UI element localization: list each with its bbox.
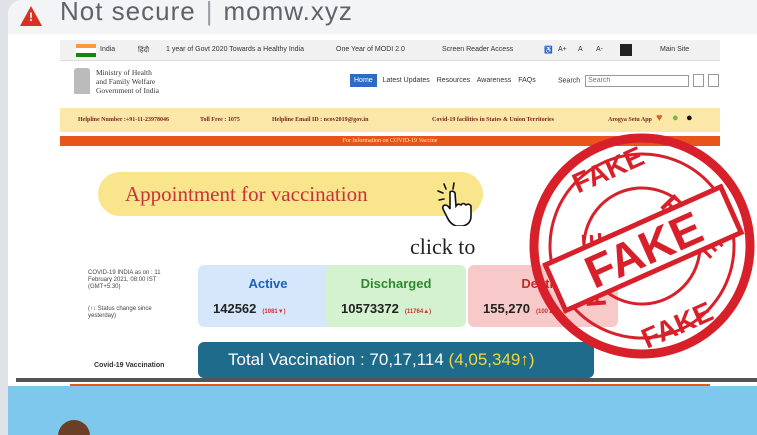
nav-faqs[interactable]: FAQs [518,77,536,84]
font-increase-button[interactable]: A+ [558,46,567,53]
main-site-link[interactable]: Main Site [660,46,689,53]
hand-cursor-icon [437,182,472,226]
next-section-strip [8,386,757,435]
helpline-email-link[interactable]: Helpline Email ID : ncov2019@gov.in [272,117,368,123]
domain-text: momw.xyz [223,0,353,26]
warning-icon: ! [20,6,42,26]
arogya-setu-link[interactable]: Arogya Setu App [608,117,652,123]
status-change-note: (↑↓ Status change since yesterday) [88,306,152,319]
accessibility-icon[interactable]: ♿ [544,46,553,54]
tollfree-number: Toll Free : 1075 [200,117,240,123]
active-cases-card: Active 142562 (1081▼) [198,265,338,327]
discharged-change: (11764▲) [404,309,432,315]
screen-reader-link[interactable]: Screen Reader Access [442,46,513,53]
helpline-number: Helpline Number :+91-11-23978046 [78,117,169,123]
divider [16,378,757,382]
site-search: Search [558,74,720,87]
ministry-header: Ministry of Health and Family Welfare Go… [60,62,720,106]
search-clear-button[interactable] [708,74,720,87]
active-label: Active [248,276,288,291]
nav-awareness[interactable]: Awareness [477,77,512,84]
total-vaccination-text: Total Vaccination : 70,17,114 [228,350,444,369]
click-to-overlay-text: click to [410,234,476,259]
search-label: Search [558,77,581,85]
nav-latest-updates[interactable]: Latest Updates [383,77,430,84]
vaccination-label: Covid-19 Vaccination [94,362,165,369]
search-button[interactable] [693,74,705,87]
country-label: India [100,46,116,53]
contrast-toggle-icon[interactable] [620,44,632,56]
hindi-link[interactable]: हिंदी [138,46,149,55]
heart-icon: ♥ [656,112,663,124]
android-icon[interactable]: ● [672,112,679,124]
discharged-label: Discharged [360,276,432,291]
active-change: (1081▼) [262,309,286,315]
national-emblem-icon [74,68,90,94]
tweet-image-card: ! Not secure | momw.xyz India हिंदी 1 year… [8,0,757,435]
vaccination-increase: (4,05,349↑) [448,350,535,369]
discharged-card: Discharged 10573372 (11764▲) [326,265,466,327]
india-flag-icon [76,44,96,57]
fake-stamp: FAKE FAKE FAKE FAKE FAKE [529,133,755,359]
stamp-word-top: FAKE [568,140,649,199]
discharged-value: 10573372 [341,301,399,316]
main-nav: Home Latest Updates Resources Awareness … [350,74,541,87]
font-normal-button[interactable]: A [578,46,583,53]
nav-home[interactable]: Home [350,74,377,87]
address-text[interactable]: Not secure | momw.xyz [60,0,353,27]
appointment-button[interactable]: Appointment for vaccination [98,172,483,216]
security-label: Not secure [60,0,196,26]
browser-address-bar[interactable]: ! Not secure | momw.xyz [8,0,757,34]
deaths-value: 155,270 [483,301,530,316]
top-utility-strip: India हिंदी 1 year of Govt 2020 Towards … [60,40,720,61]
apple-icon[interactable]: ● [686,112,693,124]
facilities-link[interactable]: Covid-19 facilities in States & Union Te… [432,117,554,123]
modi-year-link[interactable]: One Year of MODI 2.0 [336,46,405,53]
nav-resources[interactable]: Resources [437,77,470,84]
appointment-label: Appointment for vaccination [125,182,368,206]
stamp-word-center: FAKE [577,201,710,298]
active-value: 142562 [213,301,257,316]
ministry-name: Ministry of Health and Family Welfare Go… [96,68,159,95]
search-input[interactable] [585,74,690,87]
status-as-on: COVID-19 INDIA as on : 11 February 2021,… [88,270,161,290]
font-decrease-button[interactable]: A- [596,46,603,53]
govt-year-link[interactable]: 1 year of Govt 2020 Towards a Healthy In… [166,46,304,53]
